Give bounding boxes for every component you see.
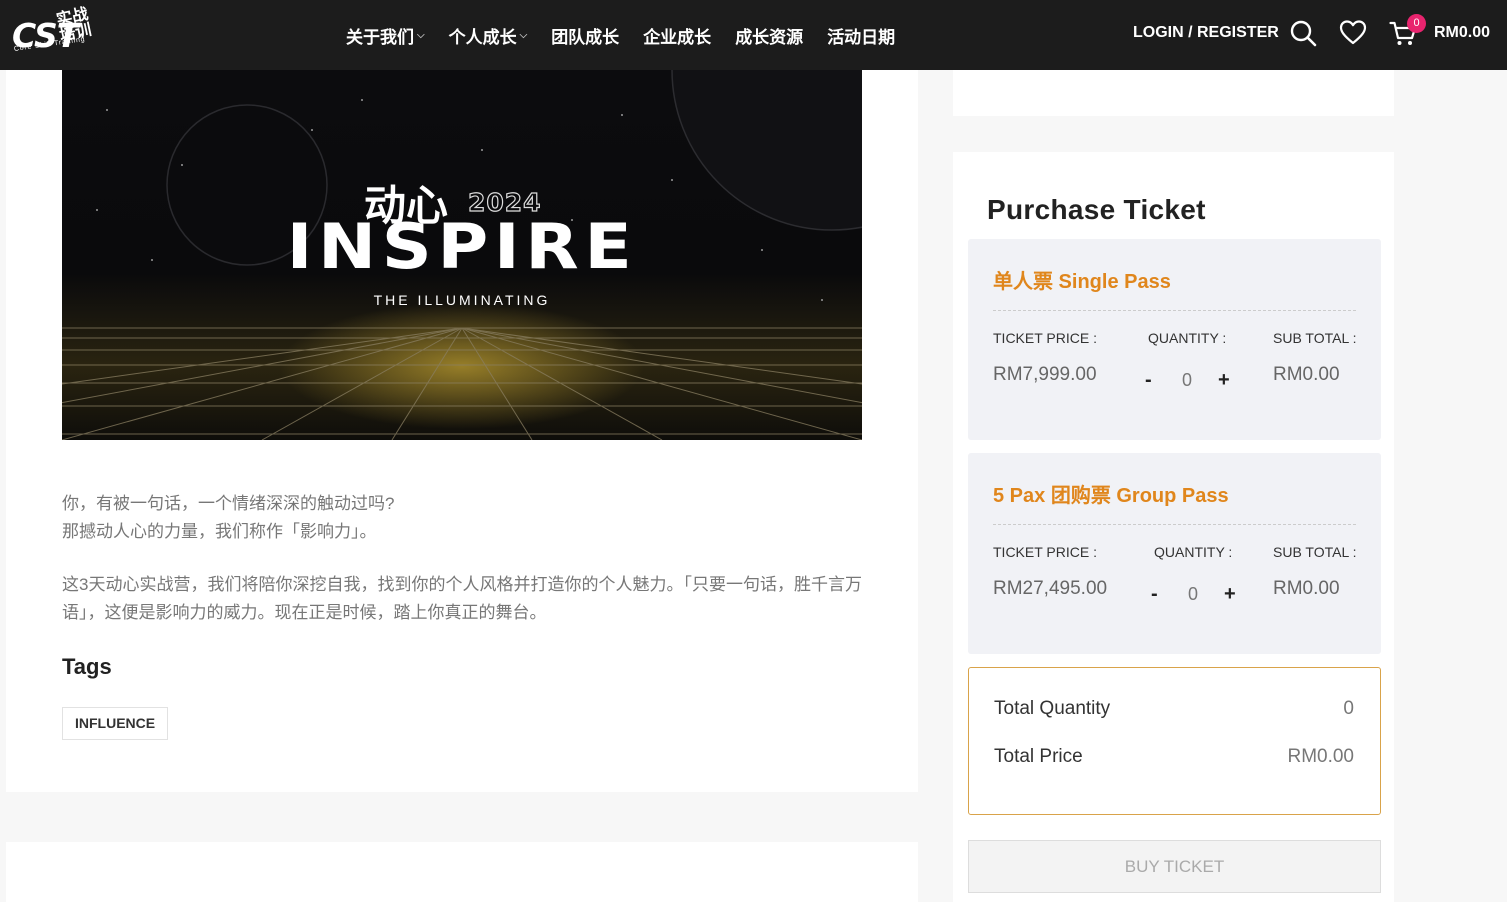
ticket-price-label: TICKET PRICE : [993, 330, 1097, 346]
nav-item-label: 活动日期 [827, 27, 896, 47]
total-price-value: RM0.00 [1287, 746, 1354, 767]
quantity-decrease-button[interactable]: - [1151, 583, 1158, 606]
ticket-name: 单人票 Single Pass [993, 271, 1171, 293]
article-paragraph-2: 这3天动心实战营，我们将陪你深挖自我，找到你的个人风格并打造你的个人魅力。「只要… [62, 575, 862, 622]
quantity-decrease-button[interactable]: - [1145, 369, 1152, 392]
divider [993, 310, 1356, 311]
quantity-input[interactable]: 0 [1178, 584, 1208, 605]
event-article: 动心 2024 INSPIRE THE ILLUMINATING 你，有被一句话… [6, 70, 918, 792]
banner-subtitle: THE ILLUMINATING [373, 292, 551, 308]
login-register-link[interactable]: LOGIN / REGISTER [1133, 24, 1279, 42]
nav-item-label: 企业成长 [643, 27, 712, 47]
article-paragraph-1: 你，有被一句话，一个情绪深深的触动过吗? 那撼动人心的力量，我们称作「影响力」。 [62, 490, 872, 546]
nav-item-label: 团队成长 [551, 27, 620, 47]
ticket-price: RM7,999.00 [993, 364, 1097, 385]
search-icon[interactable] [1289, 19, 1317, 47]
nav-item-label: 关于我们 [346, 27, 414, 47]
purchase-ticket-widget: Purchase Ticket 单人票 Single Pass TICKET P… [953, 152, 1394, 902]
paragraph-line: 你，有被一句话，一个情绪深深的触动过吗? [62, 494, 395, 513]
purchase-ticket-title: Purchase Ticket [987, 194, 1206, 225]
quantity-increase-button[interactable]: + [1218, 369, 1230, 392]
ticket-name: 5 Pax 团购票 Group Pass [993, 485, 1229, 507]
heart-icon[interactable] [1339, 19, 1367, 47]
nav-item-personal-growth[interactable]: 个人成长 ⌵ [449, 23, 528, 48]
divider [993, 524, 1356, 525]
ticket-price: RM27,495.00 [993, 578, 1108, 599]
ticket-price-label: TICKET PRICE : [993, 544, 1097, 560]
subtotal-value: RM0.00 [1273, 578, 1340, 599]
nav-item-events[interactable]: 活动日期 [827, 23, 895, 48]
chevron-down-icon: ⌵ [519, 29, 528, 41]
nav-item-resources[interactable]: 成长资源 [735, 23, 803, 48]
cart-total[interactable]: RM0.00 [1434, 24, 1490, 42]
quantity-increase-button[interactable]: + [1224, 583, 1236, 606]
subtotal-label: SUB TOTAL : [1273, 330, 1357, 346]
nav-item-about[interactable]: 关于我们 ⌵ [346, 23, 425, 48]
quantity-label: QUANTITY : [1148, 330, 1227, 346]
sidebar-widget-top [953, 70, 1394, 116]
quantity-label: QUANTITY : [1154, 544, 1233, 560]
nav-item-business-growth[interactable]: 企业成长 [643, 23, 711, 48]
event-banner-image: 动心 2024 INSPIRE THE ILLUMINATING [62, 70, 862, 440]
quantity-input[interactable]: 0 [1172, 370, 1202, 391]
site-header: CST 实战培训 Core Skill Training 关于我们 ⌵ 个人成长… [0, 0, 1507, 70]
cart-count-badge: 0 [1407, 14, 1426, 33]
ticket-single-pass: 单人票 Single Pass TICKET PRICE : QUANTITY … [968, 239, 1381, 440]
site-logo[interactable]: CST 实战培训 Core Skill Training [10, 6, 100, 60]
buy-ticket-button[interactable]: BUY TICKET [968, 840, 1381, 893]
ticket-group-pass: 5 Pax 团购票 Group Pass TICKET PRICE : QUAN… [968, 453, 1381, 654]
main-nav: 关于我们 ⌵ 个人成长 ⌵ 团队成长 企业成长 成长资源 活动日期 [346, 0, 919, 70]
total-price-label: Total Price [994, 746, 1083, 767]
tag-influence[interactable]: INFLUENCE [62, 707, 169, 740]
order-totals-box: Total Quantity 0 Total Price RM0.00 [968, 667, 1381, 815]
paragraph-line: 那撼动人心的力量，我们称作「影响力」。 [62, 522, 377, 541]
chevron-down-icon: ⌵ [417, 29, 425, 41]
subtotal-label: SUB TOTAL : [1273, 544, 1357, 560]
tags-heading: Tags [62, 654, 112, 679]
total-quantity-label: Total Quantity [994, 698, 1111, 719]
nav-item-label: 成长资源 [735, 27, 804, 47]
subtotal-value: RM0.00 [1273, 364, 1340, 385]
banner-title: INSPIRE [286, 210, 638, 283]
nav-item-label: 个人成长 [448, 27, 517, 47]
related-section [6, 842, 918, 902]
total-quantity-value: 0 [1343, 698, 1354, 719]
nav-item-team-growth[interactable]: 团队成长 [551, 23, 619, 48]
